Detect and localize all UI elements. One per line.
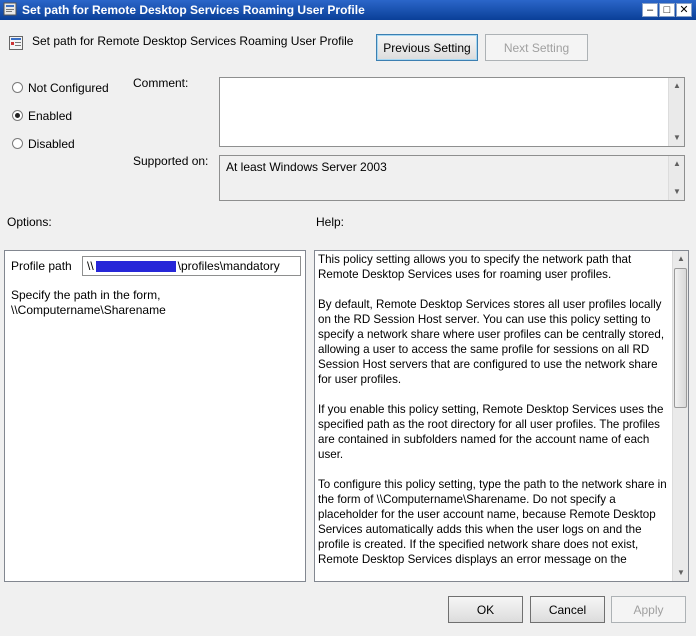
scroll-up-arrow-icon[interactable]: ▲ <box>669 78 685 94</box>
profile-path-hint-line1: Specify the path in the form, <box>11 288 161 302</box>
comment-textarea[interactable]: ▲ ▼ <box>219 77 685 147</box>
profile-path-suffix: \profiles\mandatory <box>177 259 280 273</box>
supported-on-value: At least Windows Server 2003 <box>226 160 387 174</box>
redacted-server-name <box>95 261 176 273</box>
scroll-down-arrow-icon[interactable]: ▼ <box>669 184 685 200</box>
enabled-label[interactable]: Enabled <box>28 109 72 123</box>
help-paragraph: By default, Remote Desktop Services stor… <box>318 298 665 386</box>
supported-on-label: Supported on: <box>133 154 209 168</box>
help-paragraph: To configure this policy setting, type t… <box>318 478 667 566</box>
help-scroll-thumb[interactable] <box>674 268 687 408</box>
policy-setting-icon <box>9 36 23 50</box>
apply-button[interactable]: Apply <box>611 596 686 623</box>
minimize-button[interactable]: – <box>642 3 658 17</box>
scroll-down-arrow-icon[interactable]: ▼ <box>669 130 685 146</box>
disabled-radio[interactable] <box>12 138 23 149</box>
profile-path-prefix: \\ <box>87 259 94 273</box>
previous-setting-button[interactable]: Previous Setting <box>376 34 478 61</box>
comment-label: Comment: <box>133 76 189 90</box>
scroll-up-arrow-icon[interactable]: ▲ <box>669 156 685 172</box>
options-heading: Options: <box>7 215 52 229</box>
scroll-down-arrow-icon[interactable]: ▼ <box>673 565 689 581</box>
window-title: Set path for Remote Desktop Services Roa… <box>22 3 365 17</box>
maximize-button[interactable]: □ <box>659 3 675 17</box>
profile-path-hint-line2: \\Computername\Sharename <box>11 303 166 317</box>
policy-window-icon <box>3 2 17 16</box>
profile-path-label: Profile path <box>11 259 72 273</box>
policy-title: Set path for Remote Desktop Services Roa… <box>32 34 354 48</box>
supported-scrollbar[interactable]: ▲ ▼ <box>668 156 684 200</box>
disabled-label[interactable]: Disabled <box>28 137 75 151</box>
close-button[interactable]: ✕ <box>676 3 692 17</box>
profile-path-input[interactable]: \\ \profiles\mandatory <box>82 256 301 276</box>
ok-button[interactable]: OK <box>448 596 523 623</box>
not-configured-radio[interactable] <box>12 82 23 93</box>
scroll-up-arrow-icon[interactable]: ▲ <box>673 251 689 267</box>
help-scrollbar[interactable]: ▲ ▼ <box>672 251 688 581</box>
help-paragraph: This policy setting allows you to specif… <box>318 253 632 281</box>
title-bar[interactable]: Set path for Remote Desktop Services Roa… <box>0 0 696 20</box>
options-panel: Profile path \\ \profiles\mandatory Speci… <box>4 250 306 582</box>
enabled-radio[interactable] <box>12 110 23 121</box>
help-text: This policy setting allows you to specif… <box>318 252 668 568</box>
cancel-button[interactable]: Cancel <box>530 596 605 623</box>
help-heading: Help: <box>316 215 345 229</box>
supported-on-box: At least Windows Server 2003 ▲ ▼ <box>219 155 685 201</box>
next-setting-button[interactable]: Next Setting <box>485 34 588 61</box>
not-configured-label[interactable]: Not Configured <box>28 81 109 95</box>
help-paragraph: If you enable this policy setting, Remot… <box>318 403 664 461</box>
comment-scrollbar[interactable]: ▲ ▼ <box>668 78 684 146</box>
